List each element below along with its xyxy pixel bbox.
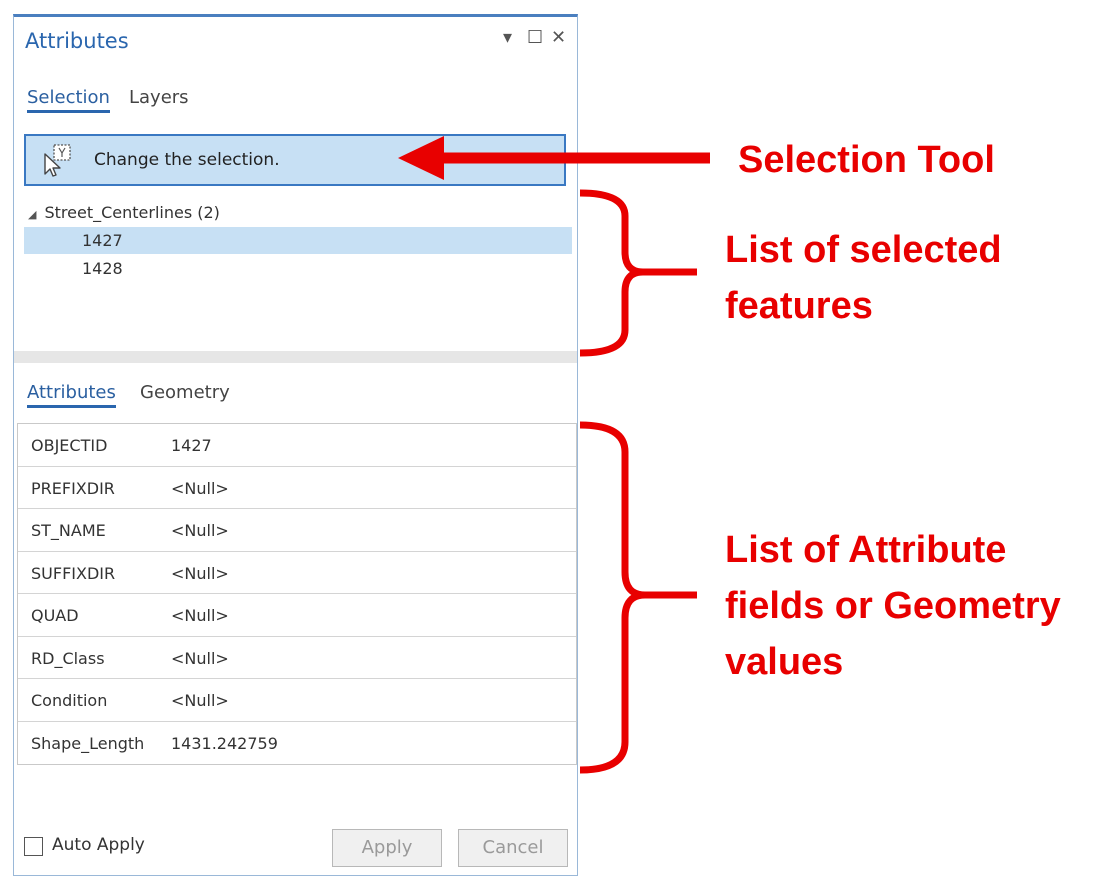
selection-tool-annotation: Selection Tool: [738, 139, 995, 181]
attribute-fields-bracket: [579, 421, 697, 774]
selection-tool-arrow-head: [398, 136, 444, 180]
annotation-line: values: [725, 641, 844, 683]
annotation-line: features: [725, 285, 873, 327]
annotation-line: List of selected: [725, 229, 1002, 271]
attribute-fields-annotation: List of Attribute fields or Geometry val…: [725, 522, 1061, 690]
annotation-line: List of Attribute: [725, 529, 1007, 571]
selected-features-annotation: List of selected features: [725, 222, 1002, 334]
annotation-line: fields or Geometry: [725, 585, 1061, 627]
selected-features-bracket: [579, 189, 697, 357]
